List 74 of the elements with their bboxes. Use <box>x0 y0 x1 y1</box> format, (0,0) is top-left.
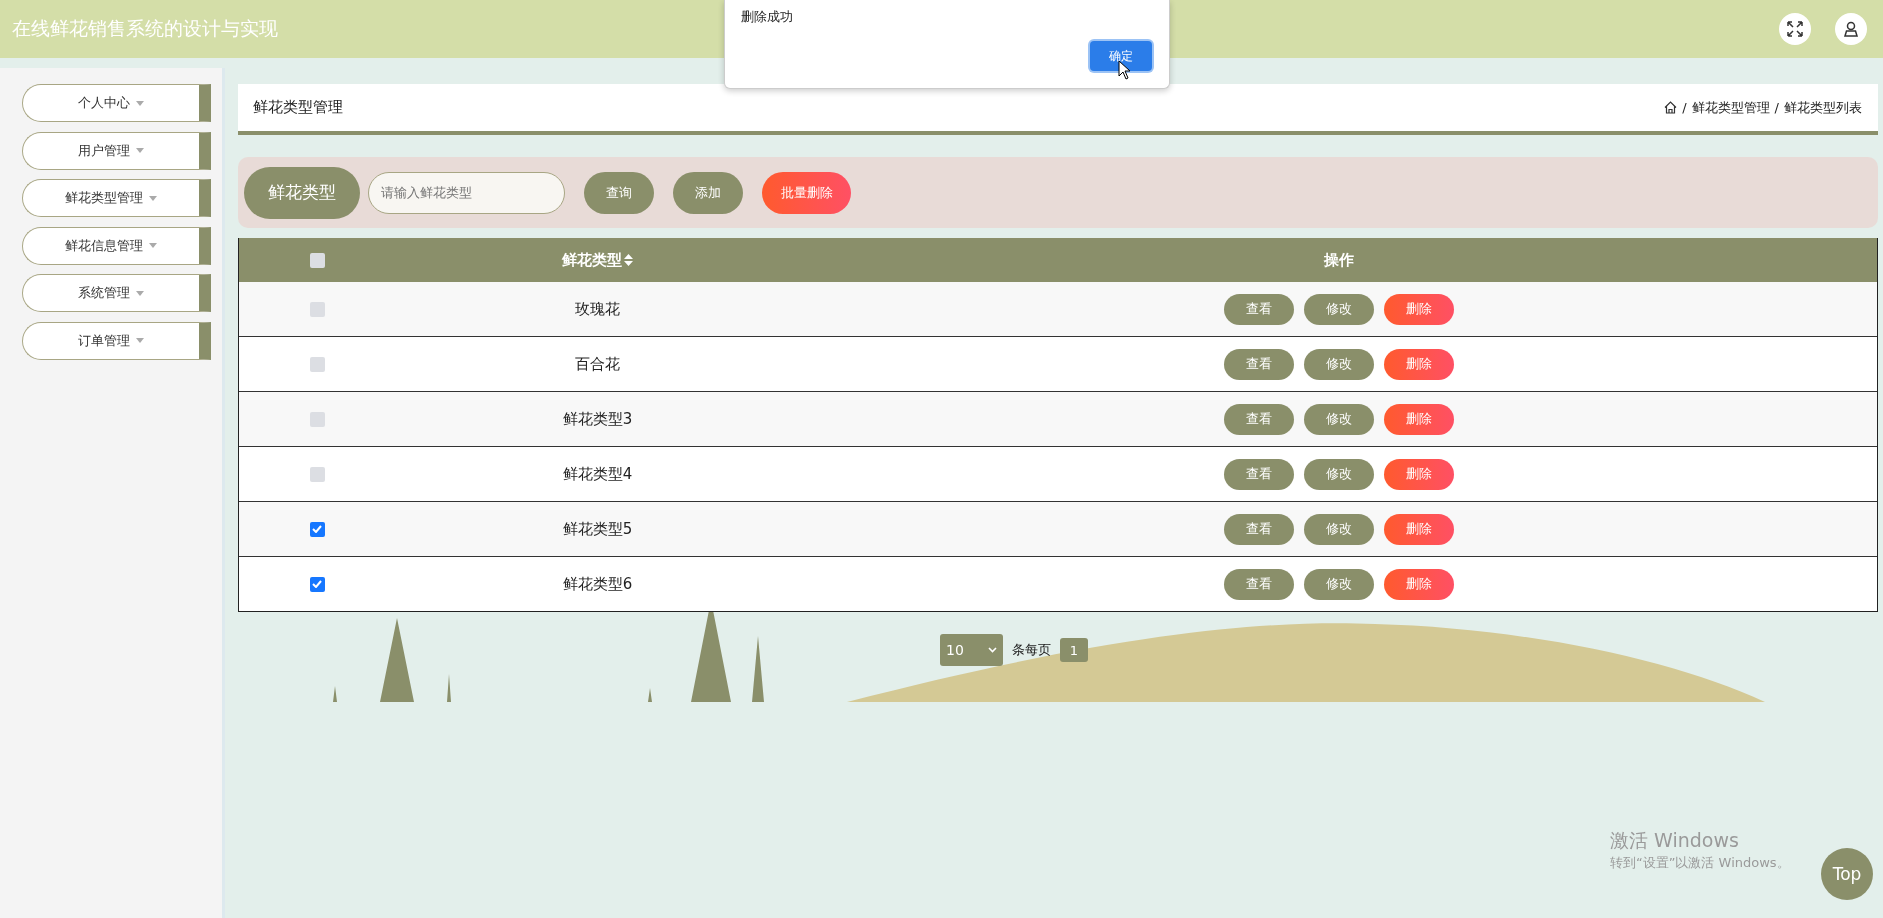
table-cell: 百合花 <box>575 354 620 374</box>
chevron-icon <box>988 647 997 653</box>
table-cell: 鲜花类型6 <box>562 574 633 594</box>
row-action-button[interactable]: 删除 <box>1383 513 1454 545</box>
activation-text: 转到“设置”以激活 Windows。 <box>1610 854 1790 872</box>
table-cell: 鲜花类型5 <box>562 519 633 539</box>
row-action-button[interactable]: 查看 <box>1223 568 1294 600</box>
table-cell: 鲜花类型3 <box>562 409 633 429</box>
table-row[interactable]: 鲜花类型5 查看 修改 删除 <box>239 501 1877 556</box>
sidebar-menu-item[interactable]: 系统管理 <box>22 274 211 312</box>
table-row[interactable]: 玫瑰花 查看 修改 删除 <box>239 282 1877 336</box>
row-checkbox[interactable] <box>309 411 325 427</box>
cursor-icon <box>1118 60 1132 80</box>
caret-icon <box>149 195 157 201</box>
activation-title: 激活 Windows <box>1610 828 1740 853</box>
caret-icon <box>149 243 157 248</box>
caret-icon <box>136 100 144 106</box>
sidebar-menu-item[interactable]: 个人中心 <box>22 84 211 122</box>
sidebar-menu-item[interactable]: 订单管理 <box>22 321 211 360</box>
breadcrumb-item: 鲜花类型列表 <box>1784 98 1862 117</box>
sidebar-menu-item[interactable]: 鲜花类型管理 <box>22 179 211 217</box>
fullscreen-button[interactable] <box>1779 13 1811 45</box>
app-title: 在线鲜花销售系统的设计与实现 <box>12 16 278 41</box>
column-header[interactable]: 鲜花类型 <box>562 250 622 270</box>
row-action-button[interactable]: 查看 <box>1223 348 1294 380</box>
page-title: 鲜花类型管理 <box>253 98 343 117</box>
caret-icon <box>136 148 144 153</box>
page-size-select[interactable]: 10 <box>940 634 1003 666</box>
table-cell: 玫瑰花 <box>575 299 620 319</box>
row-checkbox[interactable] <box>309 466 325 482</box>
caret-icon <box>136 290 144 296</box>
toolbar-button[interactable]: 查询 <box>584 171 654 214</box>
row-action-button[interactable]: 修改 <box>1303 293 1374 325</box>
row-action-button[interactable]: 修改 <box>1303 568 1374 600</box>
search-label: 鲜花类型 <box>244 166 360 219</box>
row-action-button[interactable]: 查看 <box>1223 513 1294 545</box>
row-action-button[interactable]: 删除 <box>1383 348 1454 380</box>
sidebar-menu-item[interactable]: 用户管理 <box>22 131 211 170</box>
table-row[interactable]: 鲜花类型3 查看 修改 删除 <box>239 391 1877 446</box>
expand-icon <box>1786 20 1804 38</box>
row-action-button[interactable]: 查看 <box>1223 458 1294 490</box>
search-field[interactable]: 请输入鲜花类型 <box>368 171 565 214</box>
caret-icon <box>136 338 144 343</box>
row-checkbox[interactable] <box>309 521 325 537</box>
breadcrumb-item[interactable]: 鲜花类型管理 <box>1691 98 1770 117</box>
toolbar-button[interactable]: 批量删除 <box>762 171 851 214</box>
breadcrumb-separator: / <box>1774 100 1779 115</box>
row-action-button[interactable]: 删除 <box>1383 568 1454 600</box>
home-icon[interactable] <box>1664 101 1678 114</box>
alert-message: 删除成功 <box>741 8 793 26</box>
row-action-button[interactable]: 查看 <box>1223 403 1294 435</box>
breadcrumb-separator: / <box>1682 100 1687 115</box>
sort-icon[interactable] <box>624 254 633 266</box>
table-cell: 鲜花类型4 <box>562 464 633 484</box>
row-action-button[interactable]: 查看 <box>1223 293 1294 325</box>
row-action-button[interactable]: 删除 <box>1383 403 1454 435</box>
row-action-button[interactable]: 修改 <box>1303 513 1374 545</box>
row-checkbox[interactable] <box>309 576 325 592</box>
row-checkbox[interactable] <box>309 356 325 372</box>
user-icon <box>1842 20 1860 38</box>
row-checkbox[interactable] <box>309 301 325 317</box>
page-size-label: 条每页 <box>1012 641 1051 659</box>
user-button[interactable] <box>1835 13 1867 45</box>
row-action-button[interactable]: 修改 <box>1303 403 1374 435</box>
row-action-button[interactable]: 删除 <box>1383 293 1454 325</box>
toolbar-button[interactable]: 添加 <box>673 171 743 214</box>
column-header: 操作 <box>1323 250 1354 270</box>
confirm-button[interactable]: 确定 <box>1090 41 1152 71</box>
sidebar-menu-item[interactable]: 鲜花信息管理 <box>22 226 211 265</box>
select-all-checkbox[interactable] <box>309 252 325 268</box>
row-action-button[interactable]: 修改 <box>1303 348 1374 380</box>
page-number[interactable]: 1 <box>1060 638 1088 662</box>
row-action-button[interactable]: 删除 <box>1383 458 1454 490</box>
row-action-button[interactable]: 修改 <box>1303 458 1374 490</box>
